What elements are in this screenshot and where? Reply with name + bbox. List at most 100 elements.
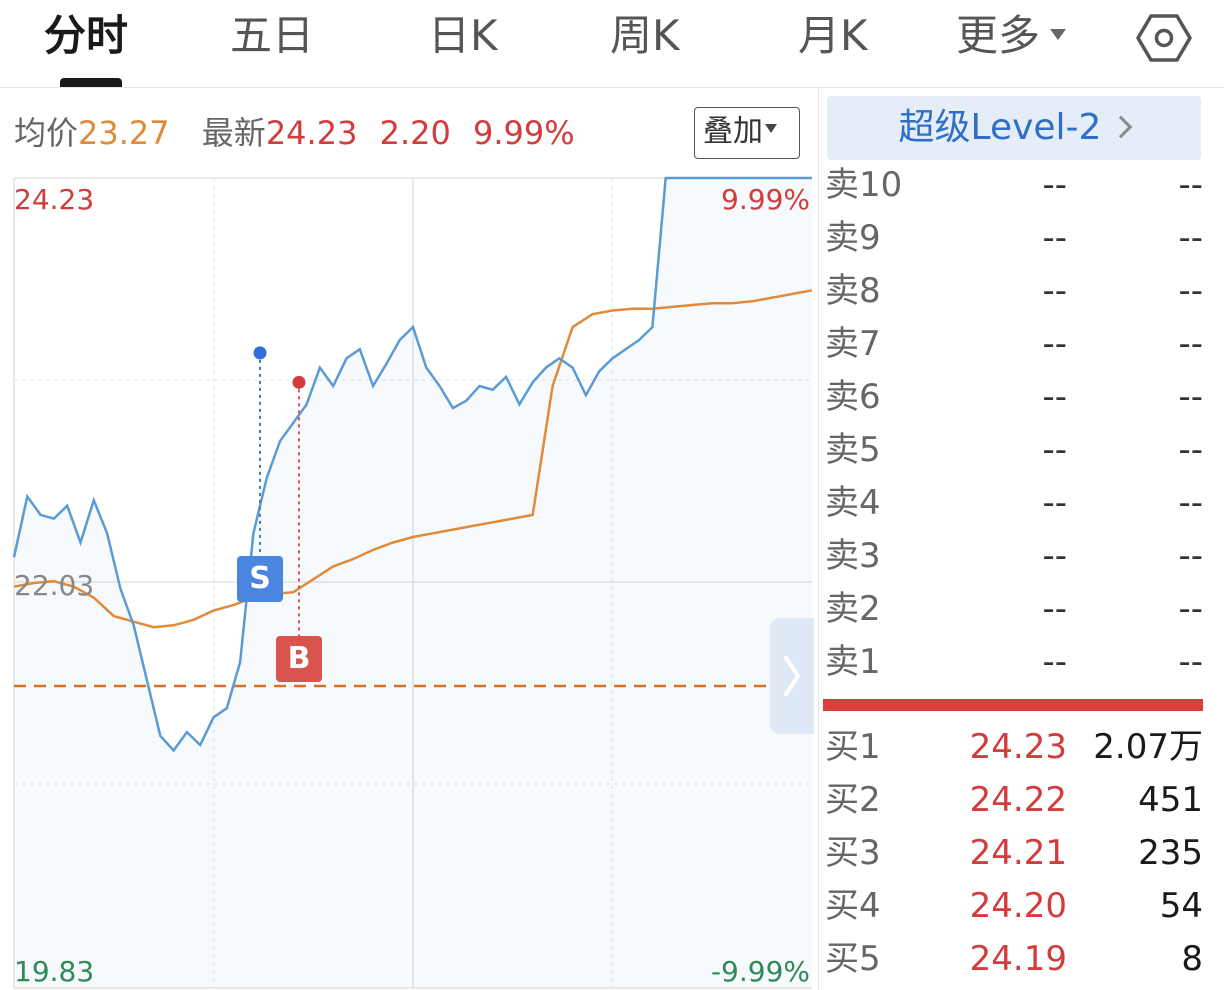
buy-level-label: 买3 — [825, 833, 881, 873]
sell-level-price: -- — [1042, 165, 1067, 205]
sell-order-row[interactable]: 卖5 -- -- — [825, 425, 1205, 475]
sell-order-row[interactable]: 卖1 -- -- — [825, 637, 1205, 687]
hexagon-settings-icon — [1136, 14, 1192, 62]
price-change-value: 2.20 — [379, 114, 451, 152]
y-axis-reference-price: 22.03 — [14, 569, 95, 602]
bid-ask-divider — [823, 699, 1203, 711]
sell-level-label: 卖5 — [825, 430, 881, 470]
buy-level-label: 买1 — [825, 727, 881, 767]
sell-level-label: 卖3 — [825, 536, 881, 576]
buy-level-label: 买2 — [825, 780, 881, 820]
sell-level-price: -- — [1042, 218, 1067, 258]
buy-order-row[interactable]: 买3 24.21 235 — [825, 828, 1205, 878]
tab-five-day[interactable]: 五日 — [230, 8, 314, 64]
avg-price-label: 均价 — [14, 114, 79, 152]
sell-level-volume: -- — [1178, 165, 1203, 205]
sell-point-dot — [253, 346, 267, 360]
y-axis-high-percent: 9.99% — [721, 183, 810, 216]
price-info-line: 均价23.27 最新24.23 2.20 9.99% — [14, 112, 575, 154]
sell-level-price: -- — [1042, 324, 1067, 364]
sell-order-row[interactable]: 卖3 -- -- — [825, 531, 1205, 581]
buy-level-price: 24.20 — [969, 886, 1067, 926]
sell-level-label: 卖1 — [825, 642, 881, 682]
chevron-right-icon — [1110, 115, 1133, 139]
tab-weekly-k[interactable]: 周K — [610, 8, 680, 64]
sell-level-label: 卖2 — [825, 589, 881, 629]
buy-order-row[interactable]: 买5 24.19 8 — [825, 934, 1205, 984]
buy-level-volume: 54 — [1159, 886, 1203, 926]
sell-level-volume: -- — [1178, 430, 1203, 470]
tab-intraday[interactable]: 分时 — [44, 8, 128, 64]
buy-level-volume: 451 — [1138, 780, 1203, 820]
y-axis-low-percent: -9.99% — [710, 955, 810, 988]
latest-price-value: 24.23 — [265, 114, 358, 152]
buy-order-row[interactable]: 买2 24.22 451 — [825, 775, 1205, 825]
sell-level-label: 卖6 — [825, 377, 881, 417]
level2-upgrade-button[interactable]: 超级Level-2 — [827, 96, 1201, 160]
buy-level-price: 24.21 — [969, 833, 1067, 873]
buy-level-price: 24.19 — [969, 939, 1067, 979]
sell-level-label: 卖8 — [825, 271, 881, 311]
buy-level-price: 24.22 — [969, 780, 1067, 820]
price-change-percent: 9.99% — [473, 114, 575, 152]
period-tab-bar: 分时 五日 日K 周K 月K 更多 — [0, 0, 1224, 88]
sell-order-row[interactable]: 卖4 -- -- — [825, 478, 1205, 528]
caret-down-icon — [1050, 29, 1067, 40]
sell-order-row[interactable]: 卖8 -- -- — [825, 266, 1205, 316]
sell-level-volume: -- — [1178, 271, 1203, 311]
sell-marker-badge[interactable]: S — [237, 556, 283, 602]
expand-panel-handle[interactable] — [770, 618, 814, 734]
overlay-label: 叠加 — [703, 114, 763, 149]
tab-daily-k[interactable]: 日K — [428, 8, 498, 64]
sell-level-price: -- — [1042, 483, 1067, 523]
buy-level-label: 买4 — [825, 886, 881, 926]
sell-level-volume: -- — [1178, 218, 1203, 258]
overlay-dropdown[interactable]: 叠加 — [694, 107, 800, 159]
sell-level-volume: -- — [1178, 642, 1203, 682]
y-axis-low-price: 19.83 — [14, 955, 95, 988]
avg-price-value: 23.27 — [78, 114, 170, 152]
sell-level-volume: -- — [1178, 377, 1203, 417]
intraday-chart-svg — [12, 176, 813, 989]
sell-level-volume: -- — [1178, 589, 1203, 629]
buy-level-label: 买5 — [825, 939, 881, 979]
sell-level-price: -- — [1042, 430, 1067, 470]
sell-level-label: 卖9 — [825, 218, 881, 258]
caret-down-icon — [765, 124, 777, 133]
sell-order-row[interactable]: 卖10 -- -- — [825, 160, 1205, 210]
tab-monthly-k[interactable]: 月K — [798, 8, 868, 64]
sell-level-volume: -- — [1178, 324, 1203, 364]
sell-order-row[interactable]: 卖9 -- -- — [825, 213, 1205, 263]
chart-settings-button[interactable] — [1136, 12, 1192, 64]
sell-level-price: -- — [1042, 377, 1067, 417]
sell-level-label: 卖7 — [825, 324, 881, 364]
intraday-chart[interactable]: 24.23 22.03 19.83 9.99% -9.99% — [0, 170, 818, 990]
order-book-panel: 超级Level-2 卖10 -- -- 卖9 -- -- 卖8 -- -- 卖7 -- -- 卖6 -- -… — [818, 88, 1224, 990]
sell-level-price: -- — [1042, 589, 1067, 629]
buy-level-volume: 235 — [1138, 833, 1203, 873]
buy-order-row[interactable]: 买4 24.20 54 — [825, 881, 1205, 931]
sell-level-price: -- — [1042, 536, 1067, 576]
latest-price-label: 最新 — [201, 114, 266, 152]
sell-order-row[interactable]: 卖6 -- -- — [825, 372, 1205, 422]
sell-order-row[interactable]: 卖2 -- -- — [825, 584, 1205, 634]
sell-level-volume: -- — [1178, 483, 1203, 523]
tab-more-label: 更多 — [956, 11, 1041, 60]
buy-level-volume: 8 — [1181, 939, 1203, 979]
sell-level-label: 卖4 — [825, 483, 881, 523]
level2-label: 超级Level-2 — [898, 107, 1102, 148]
sell-level-volume: -- — [1178, 536, 1203, 576]
sell-level-price: -- — [1042, 642, 1067, 682]
sell-level-label: 卖10 — [825, 165, 903, 205]
buy-marker-badge[interactable]: B — [276, 636, 322, 682]
sell-level-price: -- — [1042, 271, 1067, 311]
chevron-right-icon — [784, 656, 800, 696]
buy-order-row[interactable]: 买1 24.23 2.07万 — [825, 722, 1205, 772]
active-tab-indicator — [60, 78, 122, 87]
y-axis-high-price: 24.23 — [14, 183, 95, 216]
buy-point-dot — [292, 375, 306, 389]
buy-level-volume: 2.07万 — [1093, 727, 1203, 767]
tab-more[interactable]: 更多 — [956, 8, 1067, 64]
buy-level-price: 24.23 — [969, 727, 1067, 767]
sell-order-row[interactable]: 卖7 -- -- — [825, 319, 1205, 369]
